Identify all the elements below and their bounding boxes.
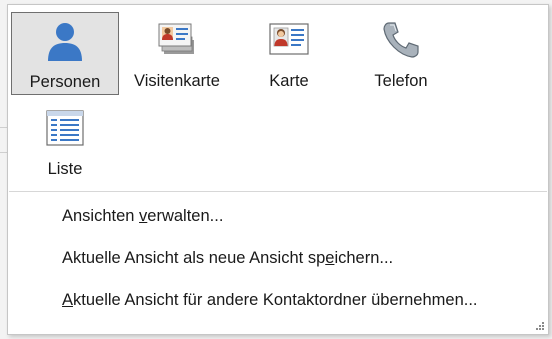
menu-item-text: erwalten...	[147, 207, 224, 225]
view-option-personen[interactable]: Personen	[11, 12, 119, 95]
save-view-menu-item[interactable]: Aktuelle Ansicht als neue Ansicht speich…	[62, 249, 393, 268]
view-option-label: Karte	[269, 72, 309, 90]
view-option-karte[interactable]: Karte	[235, 12, 343, 95]
business-card-icon	[158, 23, 194, 54]
manage-views-menu-item[interactable]: Ansichten verwalten...	[62, 207, 223, 226]
resize-grip-icon[interactable]	[536, 322, 545, 331]
view-option-label: Personen	[29, 73, 101, 91]
view-option-label: Liste	[47, 160, 83, 178]
menu-item-text: Aktuelle Ansicht als neue Ansicht sp	[62, 249, 326, 267]
apply-view-menu-item[interactable]: Aktuelle Ansicht für andere Kontaktordne…	[62, 291, 478, 310]
view-option-label: Telefon	[374, 72, 428, 90]
view-option-label: Visitenkarte	[134, 72, 220, 90]
change-view-dropdown: Personen Visitenkarte Karte Telefon List…	[7, 4, 549, 335]
list-icon	[46, 110, 84, 146]
view-gallery: Personen Visitenkarte Karte Telefon List…	[8, 5, 548, 191]
view-option-telefon[interactable]: Telefon	[347, 12, 455, 95]
person-icon	[48, 23, 82, 61]
view-option-liste[interactable]: Liste	[11, 100, 119, 183]
view-option-visitenkarte[interactable]: Visitenkarte	[123, 12, 231, 95]
access-key: A	[62, 291, 74, 309]
phone-icon	[383, 22, 419, 58]
menu-item-text: Ansichten	[62, 207, 140, 225]
menu-item-text: ktuelle Ansicht für andere Kontaktordner…	[73, 291, 478, 309]
contact-card-icon	[269, 23, 309, 55]
menu-divider	[9, 191, 547, 192]
menu-item-text: ichern...	[334, 249, 394, 267]
